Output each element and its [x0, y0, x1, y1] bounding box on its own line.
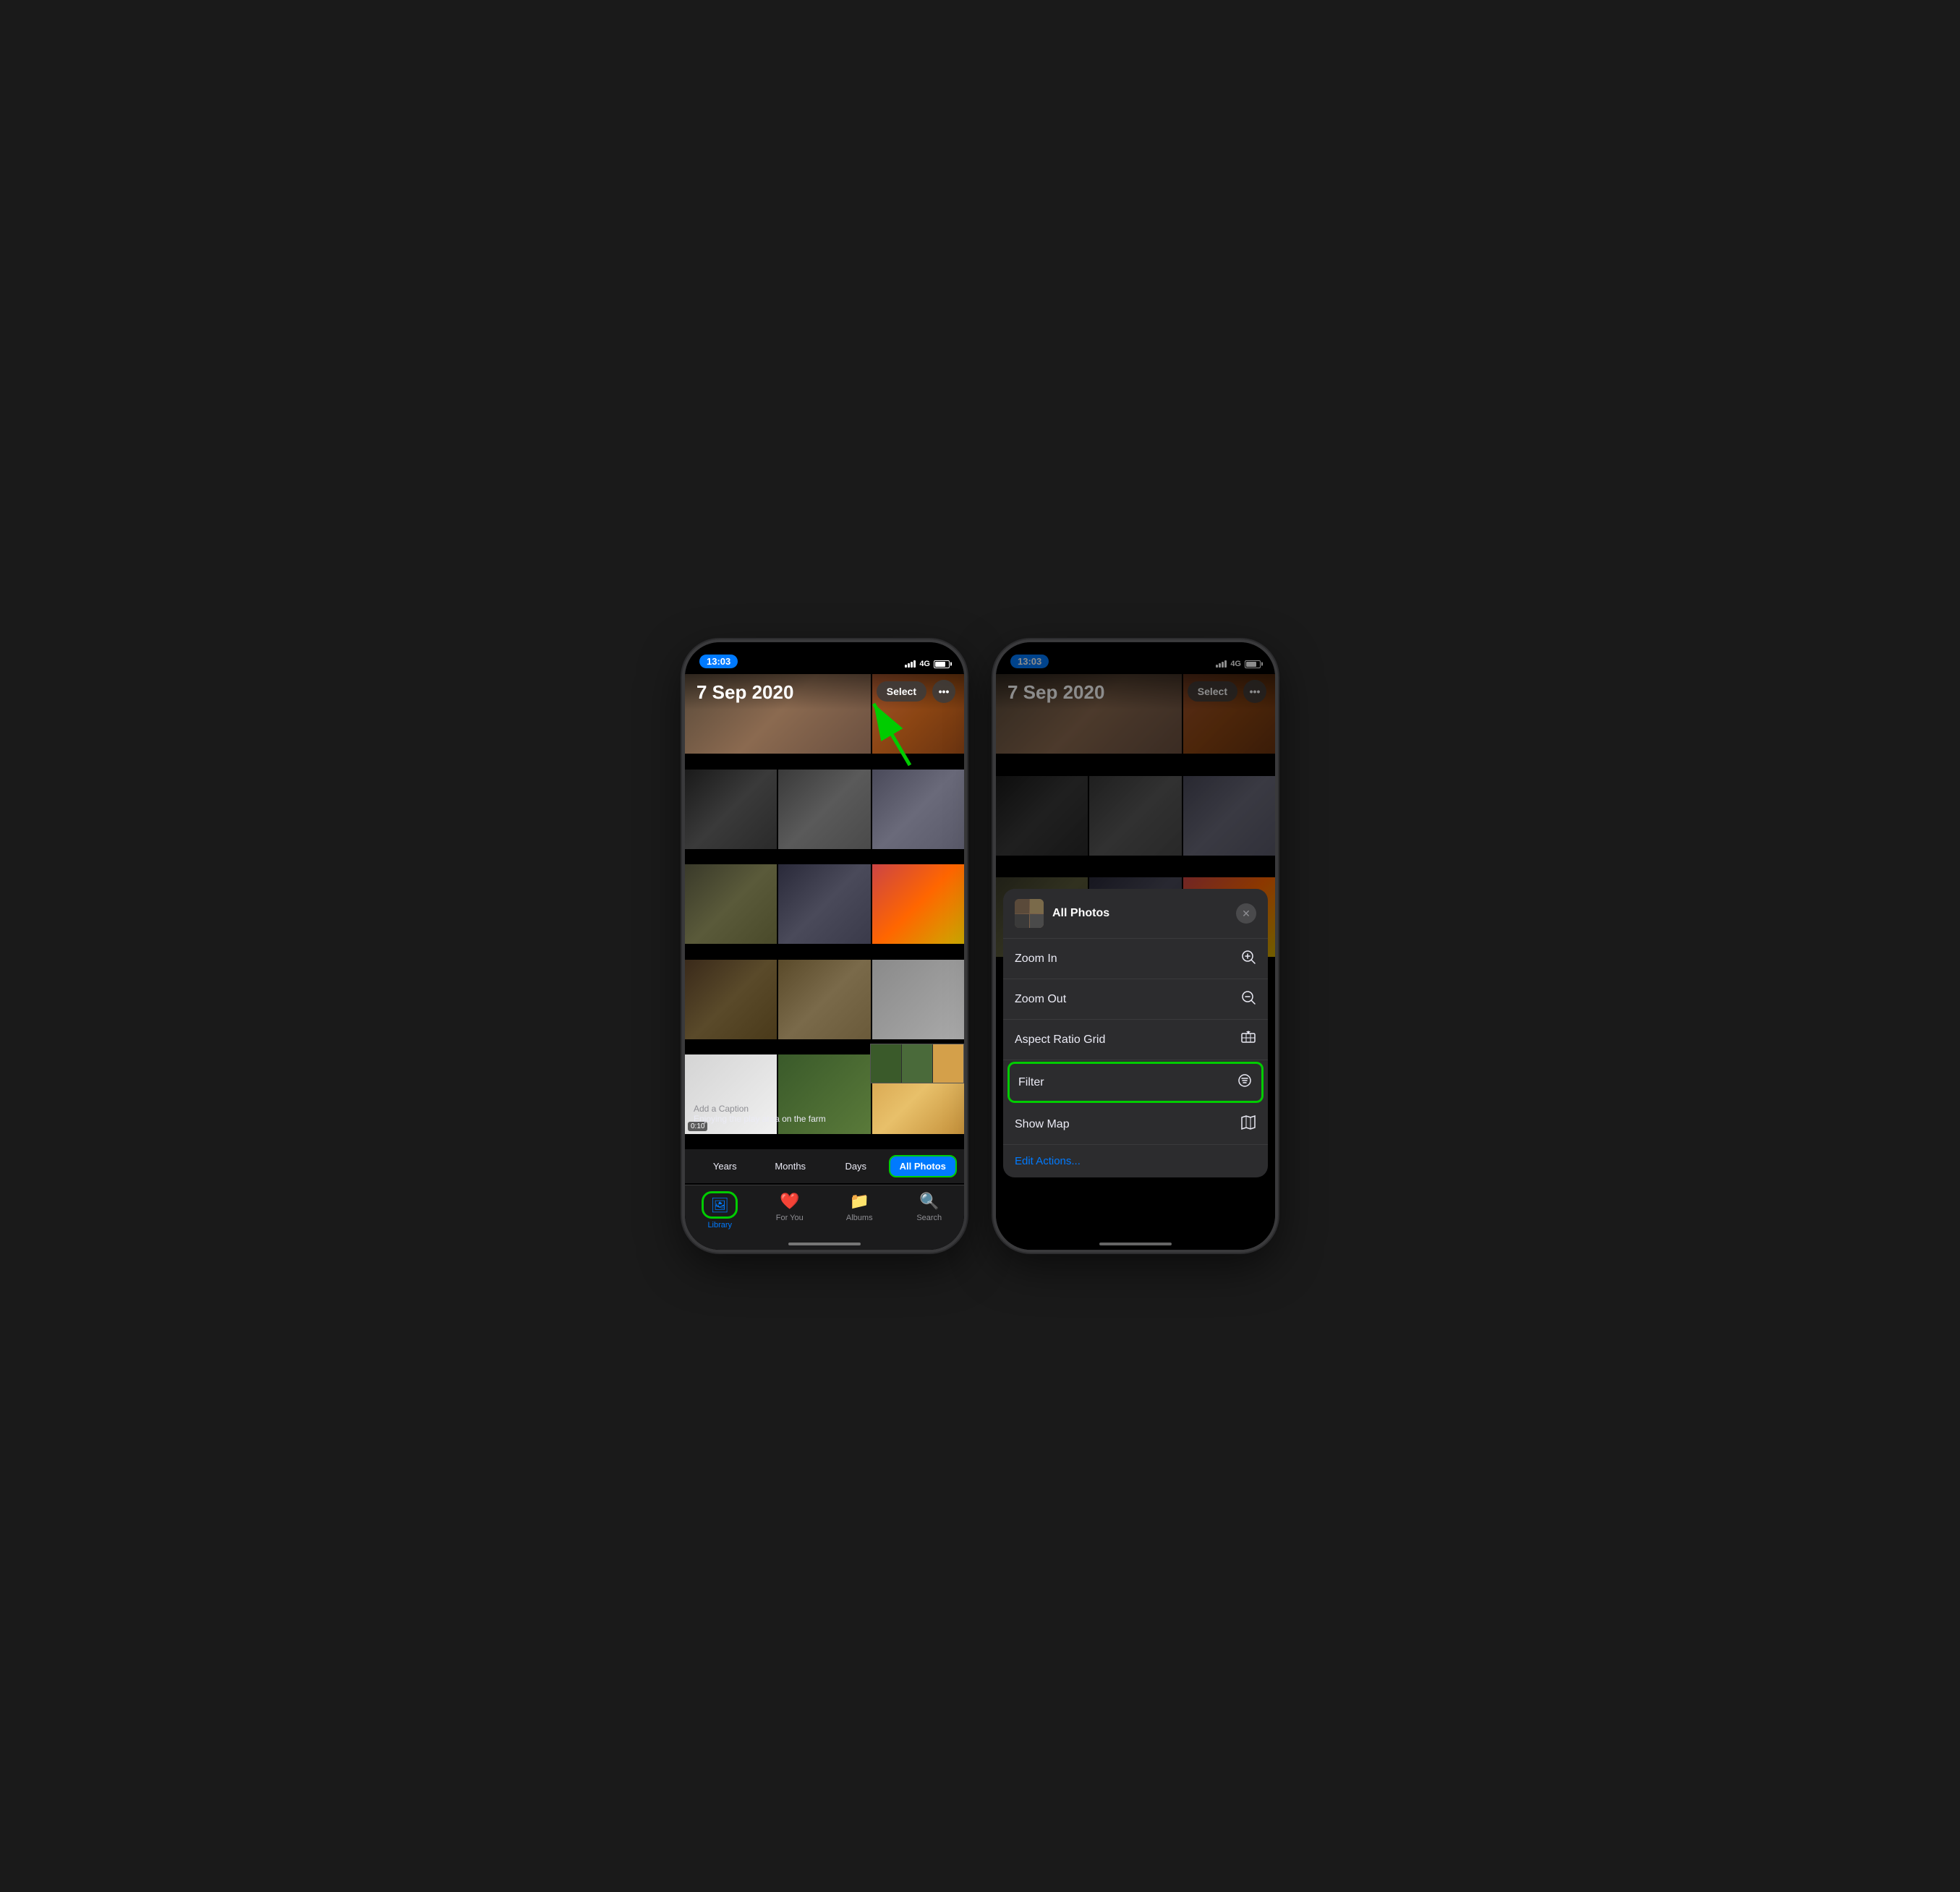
photo-cell-5[interactable]	[872, 770, 964, 849]
photo-cell-11[interactable]	[872, 960, 964, 1039]
thumb-2	[902, 1044, 932, 1083]
power-button	[964, 758, 966, 809]
caption-text: Enjoying the play area on the farm	[694, 1114, 955, 1124]
filter-label: Filter	[1018, 1076, 1237, 1089]
context-menu-zoom-out[interactable]: Zoom Out	[1003, 979, 1268, 1020]
context-menu-show-map[interactable]: Show Map	[1003, 1104, 1268, 1145]
context-menu-aspect-ratio[interactable]: Aspect Ratio Grid	[1003, 1020, 1268, 1060]
notch	[770, 642, 879, 664]
thumb-1	[871, 1044, 901, 1083]
aspect-ratio-label: Aspect Ratio Grid	[1015, 1034, 1240, 1047]
photo-cell-10[interactable]	[778, 960, 870, 1039]
home-indicator-right	[1099, 1243, 1172, 1245]
ctx-thumb-1	[1015, 899, 1029, 913]
show-map-label: Show Map	[1015, 1118, 1240, 1131]
search-icon: 🔍	[919, 1191, 939, 1211]
status-icons-left: 4G	[905, 660, 950, 668]
search-label: Search	[916, 1214, 942, 1222]
battery-fill	[935, 662, 945, 667]
segment-days[interactable]: Days	[823, 1155, 889, 1177]
signal-bar-3	[911, 662, 913, 668]
photo-cell-6[interactable]	[685, 864, 777, 944]
zoom-out-icon	[1240, 989, 1256, 1009]
tab-library[interactable]: 🖼 Library	[685, 1191, 755, 1230]
phone-right: 13:03 4G	[994, 641, 1277, 1251]
edit-actions-label: Edit Actions...	[1003, 1145, 1268, 1177]
network-type-left: 4G	[919, 660, 930, 668]
scene: 13:03 4G	[683, 641, 1277, 1251]
context-menu-title: All Photos	[1052, 907, 1227, 920]
signal-bar-1	[905, 665, 907, 668]
segment-months[interactable]: Months	[758, 1155, 824, 1177]
thumb-strip	[870, 1044, 964, 1083]
top-buttons-left: Select •••	[877, 680, 955, 703]
photo-cell-4[interactable]	[778, 770, 870, 849]
show-map-icon	[1240, 1115, 1256, 1134]
add-caption-text: Add a Caption	[694, 1104, 955, 1114]
tab-for-you[interactable]: ❤️ For You	[755, 1191, 825, 1222]
library-label: Library	[707, 1221, 732, 1230]
tab-search[interactable]: 🔍 Search	[895, 1191, 965, 1222]
photo-cell-8[interactable]	[872, 864, 964, 944]
signal-icon	[905, 660, 916, 668]
signal-bar-2	[908, 663, 910, 668]
tab-albums[interactable]: 📁 Albums	[825, 1191, 895, 1222]
aspect-ratio-icon	[1240, 1030, 1256, 1049]
zoom-in-icon	[1240, 949, 1256, 968]
ctx-thumb-2	[1030, 899, 1044, 913]
library-tab-box: 🖼	[702, 1191, 738, 1219]
context-menu-close[interactable]: ✕	[1236, 903, 1256, 924]
library-icon: 🖼	[710, 1195, 730, 1215]
for-you-icon: ❤️	[780, 1191, 800, 1211]
phone-left: 13:03 4G	[683, 641, 966, 1251]
context-menu-thumbnail	[1015, 899, 1044, 928]
more-button-left[interactable]: •••	[932, 680, 955, 703]
thumb-3	[933, 1044, 963, 1083]
for-you-label: For You	[776, 1214, 804, 1222]
albums-icon: 📁	[849, 1191, 869, 1211]
power-button-right	[1275, 758, 1277, 809]
phone-right-screen: 13:03 4G	[996, 642, 1275, 1250]
context-menu-filter[interactable]: Filter	[1007, 1062, 1264, 1103]
time-left: 13:03	[699, 655, 738, 668]
context-menu-zoom-in[interactable]: Zoom In	[1003, 939, 1268, 979]
photo-cell-3[interactable]	[685, 770, 777, 849]
segment-control: Years Months Days All Photos	[685, 1149, 964, 1183]
zoom-out-label: Zoom Out	[1015, 993, 1240, 1006]
albums-label: Albums	[846, 1214, 873, 1222]
home-indicator-left	[788, 1243, 861, 1245]
ctx-thumb-4	[1030, 914, 1044, 929]
segment-all-photos[interactable]: All Photos	[889, 1155, 958, 1177]
tab-bar-left: 🖼 Library ❤️ For You 📁 Albums 🔍 Search	[685, 1185, 964, 1250]
photo-cell-7[interactable]	[778, 864, 870, 944]
photo-cell-9[interactable]	[685, 960, 777, 1039]
filter-icon	[1237, 1073, 1253, 1092]
segment-years[interactable]: Years	[692, 1155, 758, 1177]
context-menu-header: All Photos ✕	[1003, 889, 1268, 939]
battery-icon-left	[934, 660, 950, 668]
signal-bar-4	[913, 660, 916, 668]
ctx-thumb-3	[1015, 914, 1029, 929]
select-button-left[interactable]: Select	[877, 681, 926, 702]
phone-left-screen: 13:03 4G	[685, 642, 964, 1250]
caption-area: Add a Caption Enjoying the play area on …	[685, 1099, 964, 1128]
zoom-in-label: Zoom In	[1015, 953, 1240, 966]
context-menu-edit-actions[interactable]: Edit Actions...	[1003, 1145, 1268, 1177]
context-menu: All Photos ✕ Zoom In	[1003, 889, 1268, 1177]
